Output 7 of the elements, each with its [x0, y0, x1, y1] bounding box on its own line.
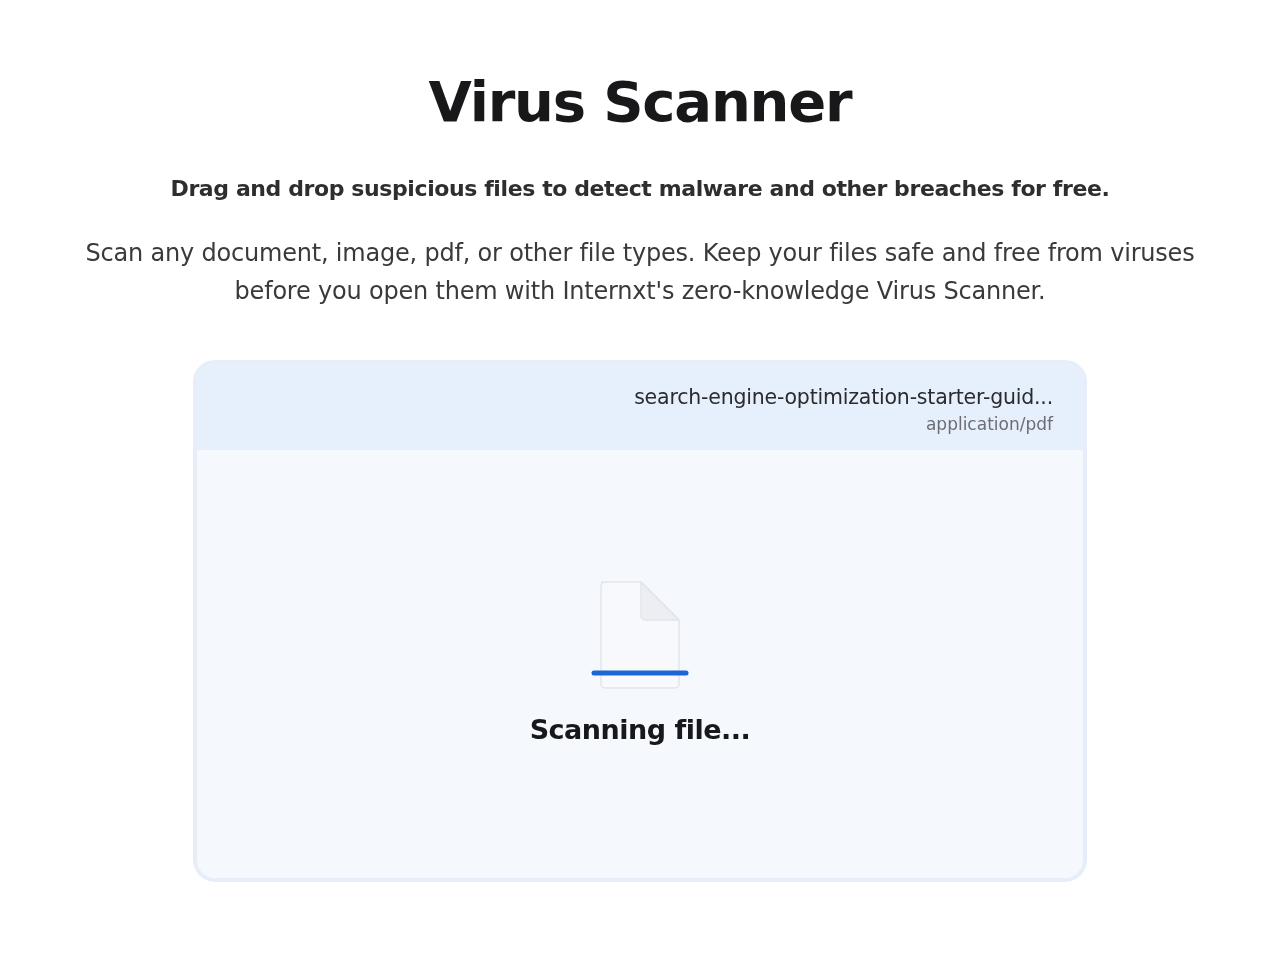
subtitle: Drag and drop suspicious files to detect malware and other breaches for free.	[170, 175, 1110, 203]
description: Scan any document, image, pdf, or other file types. Keep your files safe and free from viruses before you open them with Internxt's zero-knowledge Virus Scanner.	[84, 238, 1196, 307]
file-name: search-engine-optimization-starter-guid...	[634, 384, 1053, 410]
file-type: application/pdf	[925, 413, 1053, 436]
page-title: Virus Scanner	[428, 68, 852, 136]
file-scan-icon	[591, 580, 689, 690]
scan-status: Scanning file...	[529, 713, 751, 747]
